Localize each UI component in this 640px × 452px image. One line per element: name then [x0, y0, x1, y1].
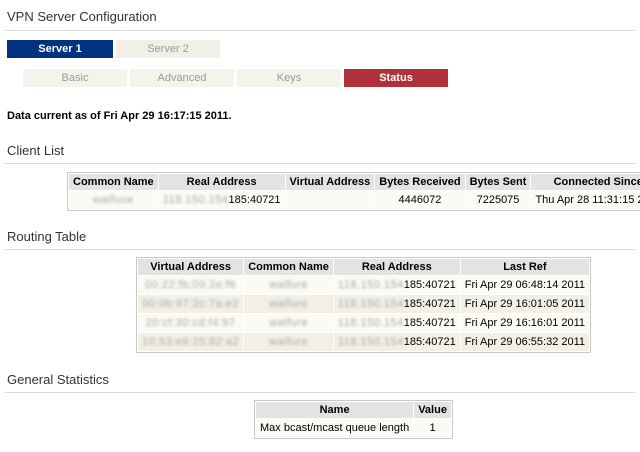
column-header: Virtual Address — [285, 174, 375, 190]
column-header: Connected Since — [531, 174, 640, 190]
real-address-cell: 118.150.154185:40721 — [333, 276, 460, 294]
ip-port: 185:40721 — [403, 336, 456, 348]
redacted-common-name: walfure — [269, 298, 309, 310]
virtual-address-cell — [285, 191, 375, 209]
column-header: Common Name — [244, 259, 333, 275]
column-header: Name — [256, 402, 414, 418]
table-row: 10:93:e9:25:82:a2 walfure 118.150.154185… — [138, 333, 590, 351]
table-row: 00:0b:97:2c:7a:e2 walfure 118.150.154185… — [138, 295, 590, 313]
redacted-ip: 118.150.154 — [337, 279, 404, 291]
ip-port: 185:40721 — [403, 298, 456, 310]
ip-port: 185:40721 — [228, 194, 281, 206]
general-statistics-title: General Statistics — [7, 372, 109, 387]
column-header: Bytes Received — [375, 174, 465, 190]
tab-server-2[interactable]: Server 2 — [116, 40, 220, 58]
last-ref-cell: Fri Apr 29 06:55:32 2011 — [460, 333, 590, 351]
redacted-ip: 118.150.154 — [337, 336, 404, 348]
table-row: 20:cf:30:cd:f4:97 walfure 118.150.154185… — [138, 314, 590, 332]
column-header: Last Ref — [460, 259, 590, 275]
real-address-cell: 118.150.154185:40721 — [333, 314, 460, 332]
last-ref-cell: Fri Apr 29 06:48:14 2011 — [460, 276, 590, 294]
virtual-address-cell: 00:0b:97:2c:7a:e2 — [138, 295, 244, 313]
redacted-ip: 118.150.154 — [337, 317, 404, 329]
ip-port: 185:40721 — [403, 317, 456, 329]
redacted-common-name: walfure — [269, 279, 309, 291]
common-name-cell: walfuce — [69, 191, 158, 209]
redacted-ip: 118.150.154 — [162, 194, 229, 206]
last-ref-cell: Fri Apr 29 16:01:05 2011 — [460, 295, 590, 313]
common-name-cell: walfure — [244, 295, 333, 313]
table-row: Max bcast/mcast queue length 1 — [256, 419, 451, 437]
column-header: Real Address — [333, 259, 460, 275]
routing-table-title: Routing Table — [7, 229, 87, 244]
virtual-address-cell: 00:22:fb:09:2e:f6 — [138, 276, 244, 294]
ip-port: 185:40721 — [403, 279, 456, 291]
tab-basic[interactable]: Basic — [23, 69, 127, 87]
real-address-cell: 118.150.154185:40721 — [333, 333, 460, 351]
tab-server-1[interactable]: Server 1 — [7, 40, 113, 58]
tab-keys[interactable]: Keys — [237, 69, 341, 87]
stat-name-cell: Max bcast/mcast queue length — [256, 419, 414, 437]
bytes-received-cell: 4446072 — [375, 191, 465, 209]
client-list-divider — [5, 163, 635, 164]
common-name-cell: walfure — [244, 314, 333, 332]
routing-table: Virtual Address Common Name Real Address… — [136, 257, 592, 353]
general-statistics-divider — [5, 392, 635, 393]
routing-table-divider — [5, 249, 635, 250]
table-row: walfuce 118.150.154185:40721 4446072 722… — [69, 191, 640, 209]
column-header: Real Address — [158, 174, 285, 190]
virtual-address-cell: 10:93:e9:25:82:a2 — [138, 333, 244, 351]
redacted-ip: 118.150.154 — [337, 298, 404, 310]
page-title: VPN Server Configuration — [7, 9, 157, 24]
tab-advanced[interactable]: Advanced — [130, 69, 234, 87]
redacted-mac: 20:cf:30:cd:f4:97 — [145, 317, 236, 329]
client-list-table: Common Name Real Address Virtual Address… — [67, 172, 640, 211]
virtual-address-cell: 20:cf:30:cd:f4:97 — [138, 314, 244, 332]
redacted-mac: 10:93:e9:25:82:a2 — [142, 336, 240, 348]
real-address-cell: 118.150.154185:40721 — [333, 295, 460, 313]
redacted-common-name: walfure — [269, 317, 309, 329]
tab-status[interactable]: Status — [344, 69, 448, 87]
redacted-common-name: walfure — [269, 336, 309, 348]
last-ref-cell: Fri Apr 29 16:16:01 2011 — [460, 314, 590, 332]
bytes-sent-cell: 7225075 — [465, 191, 531, 209]
redacted-common-name: walfuce — [92, 194, 134, 206]
common-name-cell: walfure — [244, 276, 333, 294]
general-statistics-table: Name Value Max bcast/mcast queue length … — [254, 400, 453, 439]
common-name-cell: walfure — [244, 333, 333, 351]
stat-value-cell: 1 — [414, 419, 451, 437]
title-divider — [5, 30, 635, 31]
data-current-timestamp: Data current as of Fri Apr 29 16:17:15 2… — [7, 110, 232, 122]
column-header: Bytes Sent — [465, 174, 531, 190]
column-header: Common Name — [69, 174, 158, 190]
column-header: Virtual Address — [138, 259, 244, 275]
column-header: Value — [414, 402, 451, 418]
client-list-title: Client List — [7, 143, 65, 158]
redacted-mac: 00:22:fb:09:2e:f6 — [145, 279, 237, 291]
real-address-cell: 118.150.154185:40721 — [158, 191, 285, 209]
redacted-mac: 00:0b:97:2c:7a:e2 — [142, 298, 239, 310]
table-row: 00:22:fb:09:2e:f6 walfure 118.150.154185… — [138, 276, 590, 294]
connected-since-cell: Thu Apr 28 11:31:15 2011 — [531, 191, 640, 209]
